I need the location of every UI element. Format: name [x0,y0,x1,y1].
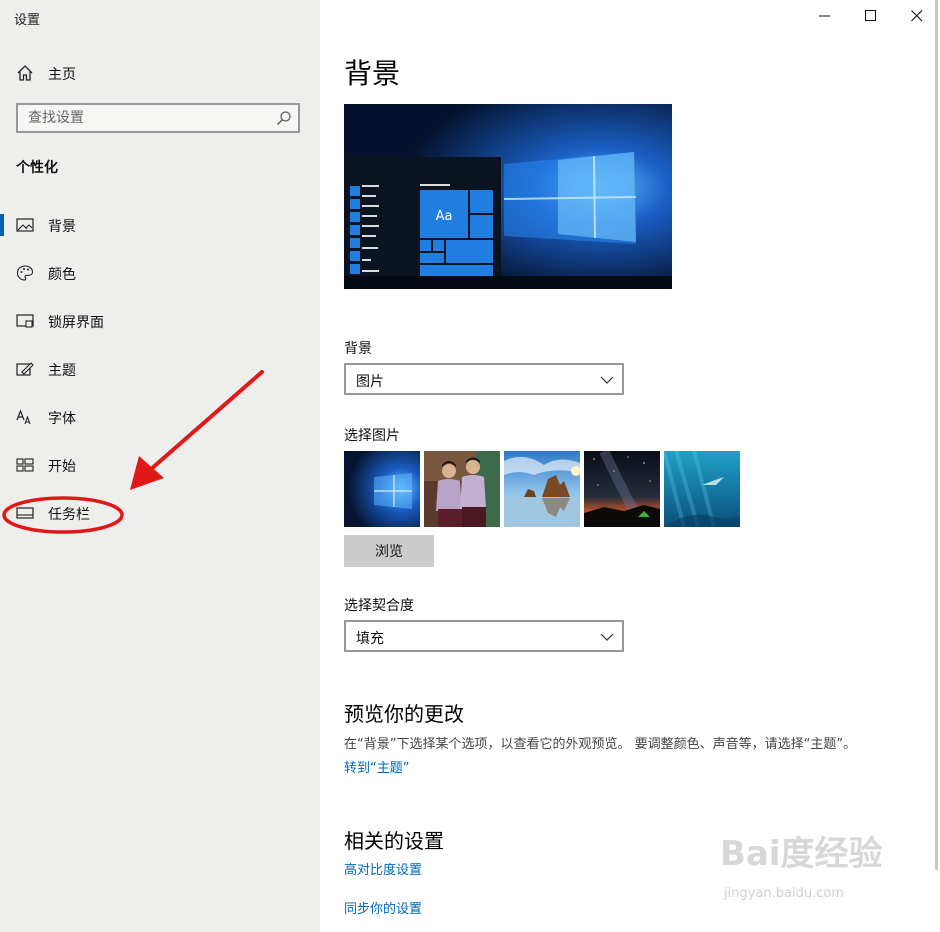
fit-dropdown[interactable]: 填充 [344,620,624,652]
sidebar-item-label: 字体 [48,411,76,427]
fit-label: 选择契合度 [344,598,414,614]
desktop-preview: Aa [344,104,672,289]
fit-value: 填充 [356,631,384,647]
sidebar: 设置 主页 个性化 背景 颜色 锁屏界面 [0,0,320,932]
maximize-button[interactable] [848,0,894,32]
main-panel: 背景 Aa 背景 图片 选择图片 浏览 选择契合度 填充 预览你的更改 在“背景… [320,0,940,932]
scrollbar[interactable] [935,0,938,870]
sidebar-item-label: 主题 [48,363,76,379]
minimize-icon [819,15,830,17]
sync-settings-link[interactable]: 同步你的设置 [344,898,422,917]
sidebar-item-label: 开始 [48,459,76,475]
maximize-icon [865,10,876,21]
search-icon[interactable] [276,110,292,126]
thumbnail-windows-hero[interactable] [344,451,420,527]
preview-changes-description: 在“背景”下选择某个选项，以查看它的外观预览。 要调整颜色、声音等，请选择“主题… [344,737,857,752]
thumbnail-people[interactable] [424,451,500,527]
sidebar-item-background[interactable]: 背景 [0,205,320,245]
picture-thumbnails [344,451,744,527]
picture-icon [16,218,34,232]
preview-changes-title: 预览你的更改 [344,702,464,726]
choose-picture-label: 选择图片 [344,428,400,444]
browse-button[interactable]: 浏览 [344,535,434,567]
sidebar-item-colors[interactable]: 颜色 [0,253,320,293]
thumbnail-night-sky[interactable] [584,451,660,527]
theme-icon [16,362,34,376]
sidebar-item-start[interactable]: 开始 [0,445,320,485]
background-dropdown[interactable]: 图片 [344,363,624,395]
lock-screen-icon [16,314,34,328]
sidebar-item-taskbar[interactable]: 任务栏 [0,493,320,533]
related-settings-title: 相关的设置 [344,829,444,853]
sidebar-item-fonts[interactable]: 字体 [0,397,320,437]
close-icon [911,10,923,22]
goto-themes-link[interactable]: 转到“主题” [344,757,409,776]
sidebar-item-label: 锁屏界面 [48,315,104,331]
app-title: 设置 [14,13,41,28]
preview-tile-text: Aa [436,209,453,224]
sidebar-item-label: 背景 [48,219,76,235]
search-box[interactable] [16,103,300,133]
sidebar-item-label: 主页 [48,67,76,83]
high-contrast-link[interactable]: 高对比度设置 [344,859,422,878]
chevron-down-icon [600,633,614,641]
background-value: 图片 [356,374,384,390]
home-icon [17,65,33,81]
sidebar-item-label: 颜色 [48,267,76,283]
sidebar-item-label: 任务栏 [48,507,90,523]
search-input[interactable] [18,105,278,131]
sidebar-item-lock-screen[interactable]: 锁屏界面 [0,301,320,341]
sidebar-item-home[interactable]: 主页 [0,53,320,93]
background-label: 背景 [344,341,372,357]
start-icon [16,458,34,472]
chevron-down-icon [600,376,614,384]
minimize-button[interactable] [802,0,848,32]
close-button[interactable] [894,0,940,32]
thumbnail-underwater[interactable] [664,451,740,527]
palette-icon [16,265,34,281]
thumbnail-beach-rocks[interactable] [504,451,580,527]
page-title: 背景 [344,57,401,90]
font-icon [16,409,31,425]
sidebar-item-themes[interactable]: 主题 [0,349,320,389]
taskbar-icon [16,507,34,519]
section-title: 个性化 [16,160,58,176]
